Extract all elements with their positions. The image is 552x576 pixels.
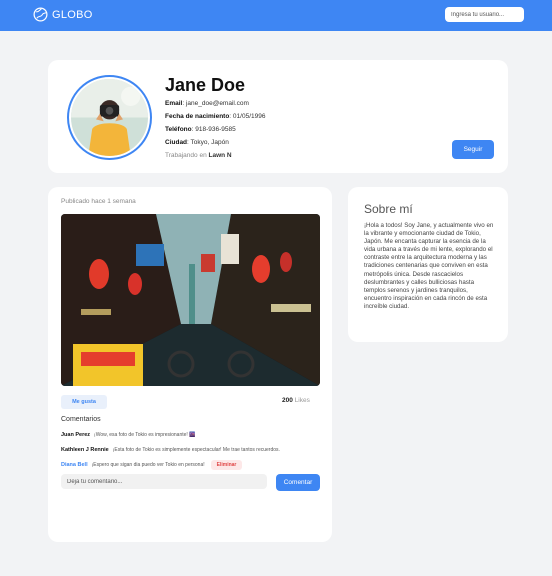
birth-row: Fecha de nacimiento: 01/05/1996 (165, 113, 266, 120)
avatar (67, 75, 152, 160)
about-card: Sobre mí ¡Hola a todos! Soy Jane, y actu… (348, 187, 508, 342)
comment-input[interactable] (61, 474, 267, 489)
city-label: Ciudad (165, 139, 188, 146)
phone-value: 918-936-9585 (195, 126, 236, 133)
comment-text: ¡Espero que sigan dia puedo ver Tokio en… (91, 462, 205, 468)
profile-card: Jane Doe Email: jane_doe@email.com Fecha… (48, 60, 508, 173)
work-company: Lawn N (208, 152, 232, 159)
avatar-photo (71, 79, 148, 156)
comment-item: Juan Perez ¡Wow, esa foto de Tokio es im… (61, 432, 195, 438)
comment-item: Diana Bell ¡Espero que sigan dia puedo v… (61, 460, 243, 470)
comments-title: Comentarios (61, 416, 101, 423)
post-published: Publicado hace 1 semana (61, 198, 136, 205)
like-button[interactable]: Me gusta (61, 395, 107, 409)
work-prefix: Trabajando en (165, 152, 207, 159)
email-label: Email (165, 100, 183, 107)
post-card: Publicado hace 1 semana Me gusta 200 Lik… (48, 187, 332, 542)
about-title: Sobre mí (364, 202, 413, 216)
comment-submit-button[interactable]: Comentar (276, 474, 320, 491)
comment-text: ¡Esta foto de Tokio es simplemente espec… (112, 447, 280, 453)
post-photo (61, 214, 320, 386)
comment-author[interactable]: Diana Bell (61, 462, 88, 468)
likes-number: 200 (282, 397, 293, 404)
work-row: Trabajando en Lawn N (165, 152, 232, 159)
brand-logo[interactable]: GLOBO (33, 7, 93, 22)
phone-row: Teléfono: 918-936-9585 (165, 126, 236, 133)
about-text: ¡Hola a todos! Soy Jane, y actualmente v… (364, 222, 494, 310)
brand-name: GLOBO (52, 8, 93, 21)
birth-label: Fecha de nacimiento (165, 113, 230, 120)
email-row: Email: jane_doe@email.com (165, 100, 249, 107)
profile-name: Jane Doe (165, 75, 246, 95)
top-navbar: GLOBO (0, 0, 552, 31)
city-value: Tokyo, Japón (190, 139, 229, 146)
globe-icon (33, 7, 48, 22)
search-input[interactable] (445, 7, 524, 22)
email-value: jane_doe@email.com (185, 100, 249, 107)
phone-label: Teléfono (165, 126, 192, 133)
comment-author[interactable]: Kathleen J Rennie (61, 447, 109, 453)
comment-text: ¡Wow, esa foto de Tokio es impresionante… (94, 432, 196, 438)
follow-button[interactable]: Seguir (452, 140, 494, 159)
birth-value: 01/05/1996 (232, 113, 266, 120)
city-row: Ciudad: Tokyo, Japón (165, 139, 229, 146)
comment-author[interactable]: Juan Perez (61, 432, 90, 438)
delete-comment-button[interactable]: Eliminar (210, 460, 243, 470)
comment-item: Kathleen J Rennie ¡Esta foto de Tokio es… (61, 447, 280, 453)
likes-suffix: Likes (294, 397, 310, 404)
likes-count: 200 Likes (282, 397, 310, 404)
